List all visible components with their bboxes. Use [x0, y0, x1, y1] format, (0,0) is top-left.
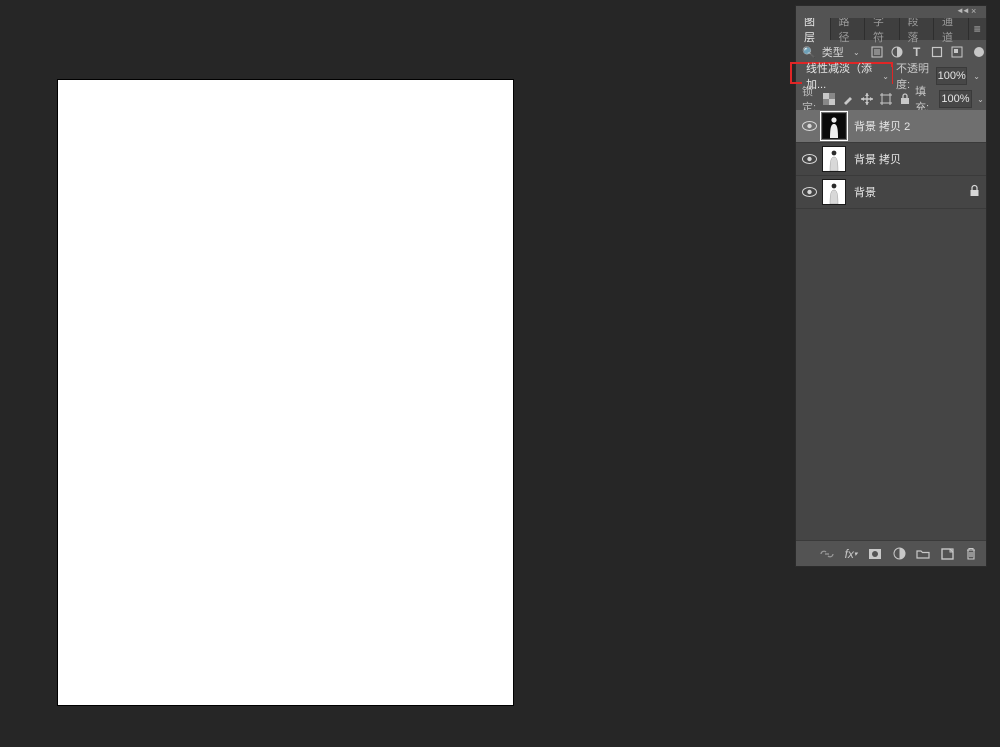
layer-item[interactable]: 背景 [796, 176, 986, 209]
filter-type-label: 类型 [822, 44, 844, 60]
visibility-toggle-icon[interactable] [800, 111, 818, 141]
layer-thumbnail[interactable] [822, 113, 846, 139]
lock-transparency-icon[interactable] [822, 93, 835, 106]
layer-list: 背景 拷贝 2 背景 拷贝 背景 [796, 110, 986, 540]
filter-smart-icon[interactable] [950, 45, 964, 59]
layer-name[interactable]: 背景 [854, 184, 876, 200]
filter-type-icon[interactable]: T [910, 45, 924, 59]
fill-input[interactable]: 100% [939, 90, 972, 108]
panel-menu-icon[interactable]: ≡ [969, 18, 987, 40]
lock-icon[interactable] [969, 185, 980, 200]
tab-paths[interactable]: 路径 [831, 18, 866, 40]
collapse-icon[interactable]: ◄◄ [956, 8, 966, 14]
layer-thumbnail[interactable] [822, 179, 846, 205]
layer-mask-icon[interactable] [868, 547, 882, 561]
filter-type-dropdown[interactable]: 类型 ⌄ [820, 43, 862, 61]
visibility-toggle-icon[interactable] [800, 177, 818, 207]
filter-shape-icon[interactable] [930, 45, 944, 59]
delete-layer-icon[interactable] [964, 547, 978, 561]
layer-style-icon[interactable]: fx▾ [844, 547, 858, 561]
lock-artboard-icon[interactable] [879, 93, 892, 106]
opacity-input[interactable]: 100% [936, 67, 967, 85]
layer-item[interactable]: 背景 拷贝 2 [796, 110, 986, 143]
filter-icons: T [870, 45, 984, 59]
panel-tabs: 图层 路径 字符 段落 通道 ≡ [796, 18, 986, 40]
chevron-down-icon: ⌄ [853, 48, 860, 57]
adjustment-layer-icon[interactable] [892, 547, 906, 561]
blend-mode-dropdown[interactable]: 线性减淡（添加... ⌄ [802, 67, 892, 85]
canvas-workspace [0, 0, 790, 747]
lock-all-icon[interactable] [898, 93, 911, 106]
layer-item[interactable]: 背景 拷贝 [796, 143, 986, 176]
tab-layers[interactable]: 图层 [796, 18, 831, 40]
filter-adjustment-icon[interactable] [890, 45, 904, 59]
chevron-down-icon: ⌄ [882, 72, 889, 81]
link-layers-icon[interactable] [820, 547, 834, 561]
document-canvas[interactable] [58, 80, 513, 705]
filter-toggle-icon[interactable] [974, 47, 984, 57]
blend-mode-value: 线性减淡（添加... [806, 60, 888, 92]
opacity-label: 不透明度: [896, 60, 932, 92]
lock-pixels-icon[interactable] [841, 93, 854, 106]
layer-name[interactable]: 背景 拷贝 [854, 151, 901, 167]
close-panel-icon[interactable]: × [971, 6, 981, 16]
chevron-down-icon[interactable]: ⌄ [977, 95, 984, 104]
lock-icons [822, 93, 911, 106]
layers-panel-footer: fx▾ [796, 540, 986, 566]
panel-grip[interactable]: ◄◄ × [796, 6, 986, 18]
group-icon[interactable] [916, 547, 930, 561]
layer-thumbnail[interactable] [822, 146, 846, 172]
tab-paragraph[interactable]: 段落 [900, 18, 935, 40]
layers-panel: ◄◄ × 图层 路径 字符 段落 通道 ≡ 🔍 类型 ⌄ T [796, 6, 986, 566]
visibility-toggle-icon[interactable] [800, 144, 818, 174]
lock-position-icon[interactable] [860, 93, 873, 106]
tab-characters[interactable]: 字符 [865, 18, 900, 40]
new-layer-icon[interactable] [940, 547, 954, 561]
blend-mode-row: 线性减淡（添加... ⌄ 不透明度: 100% ⌄ [796, 64, 986, 88]
layer-name[interactable]: 背景 拷贝 2 [854, 118, 910, 134]
chevron-down-icon[interactable]: ⌄ [973, 72, 980, 81]
tab-channels[interactable]: 通道 [934, 18, 969, 40]
search-icon[interactable]: 🔍 [802, 46, 816, 59]
filter-pixel-icon[interactable] [870, 45, 884, 59]
